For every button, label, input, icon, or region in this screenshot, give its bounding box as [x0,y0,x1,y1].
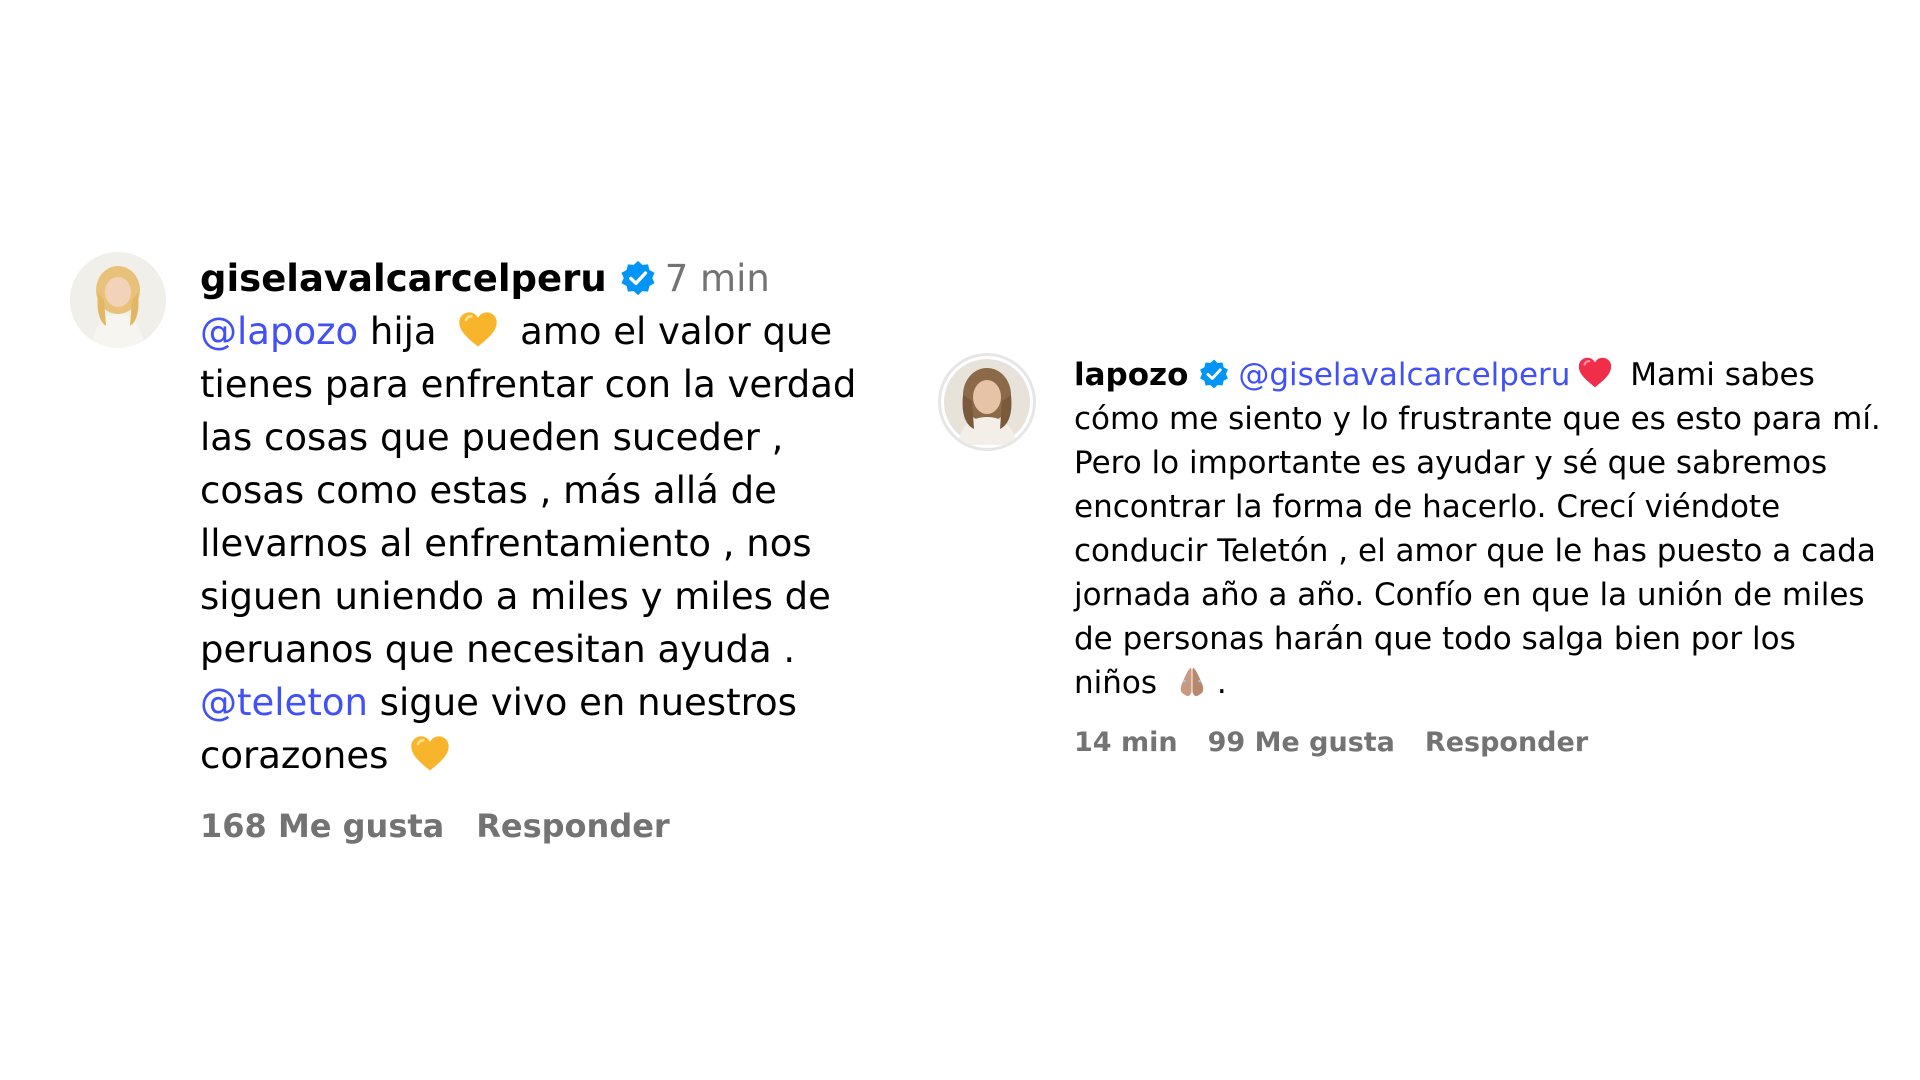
comments-screenshot: giselavalcarcelperu 7 min @lapozo hija am… [0,0,1920,1080]
username[interactable]: lapozo [1074,357,1188,393]
comment-text: hija [358,310,449,353]
yellow-heart-icon [459,312,498,347]
comment-text: . [1216,665,1227,701]
likes-count[interactable]: 99 Me gusta [1208,727,1395,758]
verified-badge-icon [621,260,655,296]
avatar-image [70,252,166,348]
mention-link[interactable]: @giselavalcarcelperu [1238,357,1570,393]
comment-text: Mami sabes cómo me siento y lo frustrant… [1074,357,1881,701]
avatar-image [944,359,1030,445]
comment-body: lapozo @giselavalcarcelperu Mami sabes có… [1074,353,1888,765]
mention-link[interactable]: @lapozo [200,310,358,353]
avatar[interactable] [938,353,1036,451]
comment-actions: 168 Me gusta Responder [200,800,860,853]
reply-button[interactable]: Responder [476,807,669,845]
mention-link[interactable]: @teleton [200,681,368,724]
praying-hands-icon [1180,667,1204,697]
likes-count[interactable]: 168 Me gusta [200,807,444,845]
red-heart-icon [1579,357,1612,388]
comment-lapozo: lapozo @giselavalcarcelperu Mami sabes có… [938,353,1888,765]
comment-time: 14 min [1074,727,1178,758]
username[interactable]: giselavalcarcelperu [200,257,607,300]
avatar[interactable] [70,252,166,348]
comment-body: giselavalcarcelperu 7 min @lapozo hija am… [200,252,860,853]
verified-badge-icon [1200,359,1229,389]
reply-button[interactable]: Responder [1425,727,1588,758]
comment-giselavalcarcelperu: giselavalcarcelperu 7 min @lapozo hija am… [70,252,870,853]
comment-actions: 14 min 99 Me gusta Responder [1074,721,1888,765]
yellow-heart-icon [411,736,449,771]
comment-text: amo el valor que tienes para enfrentar c… [200,310,857,671]
comment-time: 7 min [664,257,770,300]
